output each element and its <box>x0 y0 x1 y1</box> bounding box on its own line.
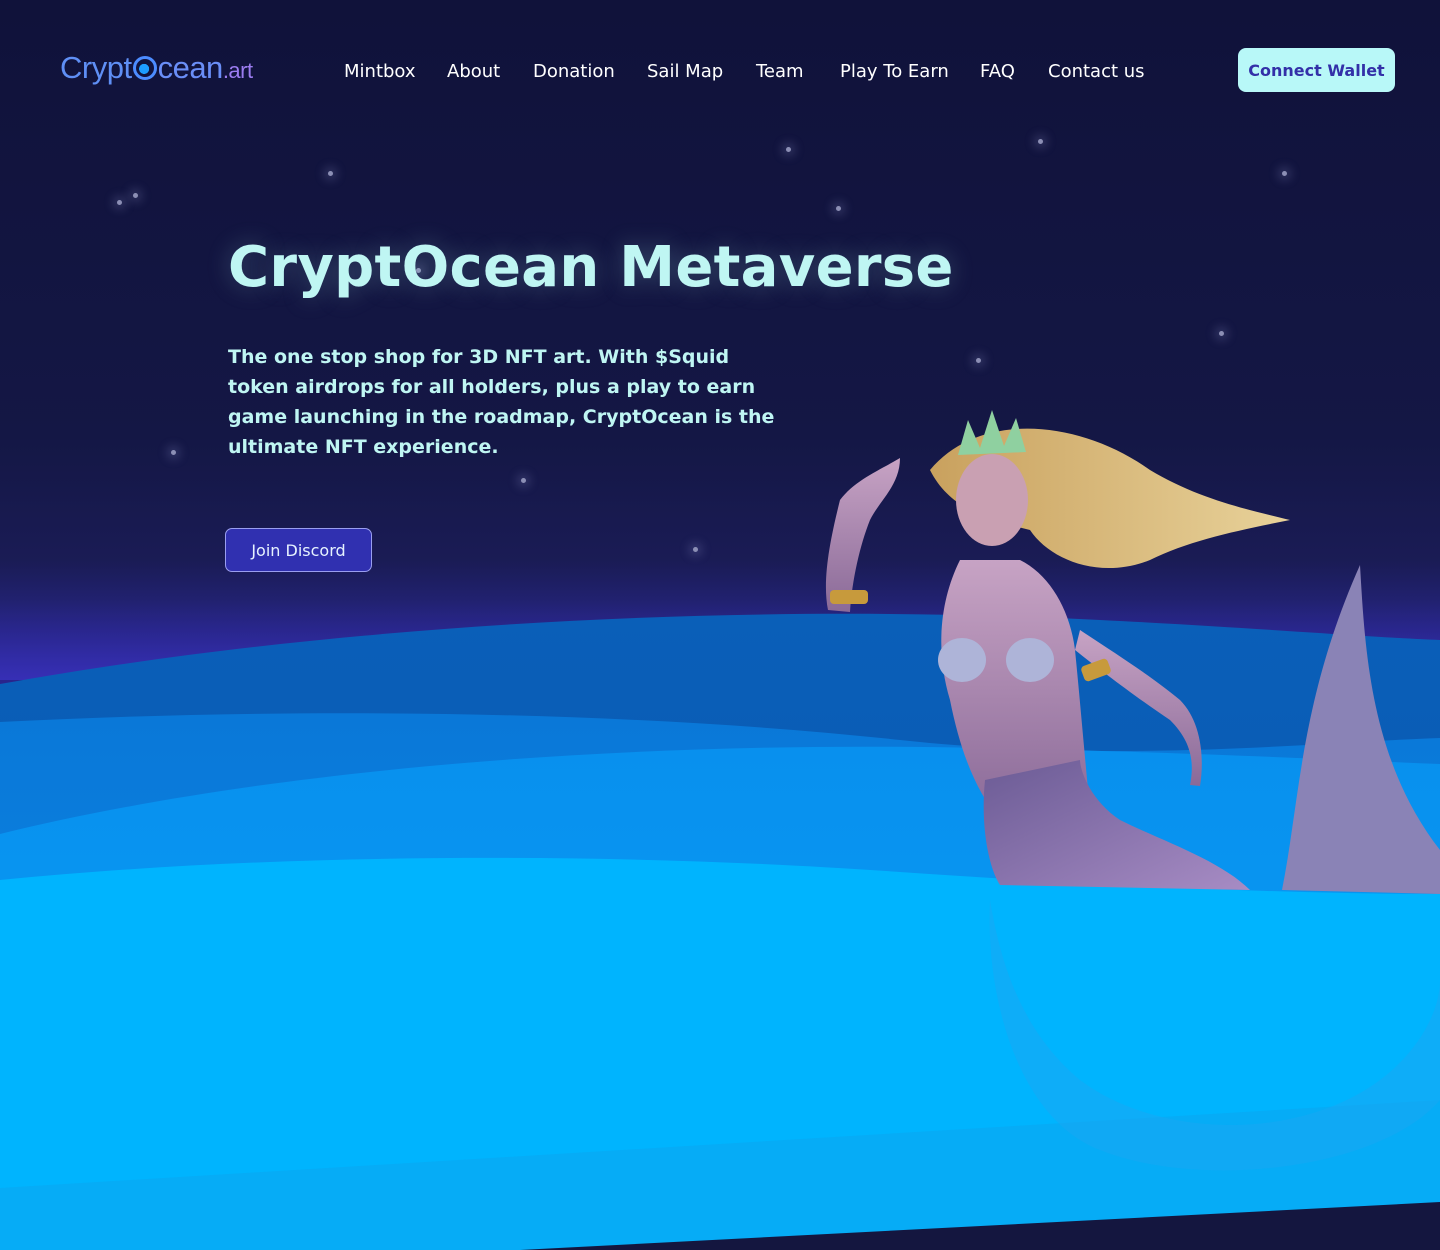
hero-description: The one stop shop for 3D NFT art. With $… <box>228 346 775 458</box>
hero-title: CryptOcean Metaverse <box>228 235 954 300</box>
nav-item-donation[interactable]: Donation <box>533 58 615 86</box>
nav-item-sail-map[interactable]: Sail Map <box>647 58 723 86</box>
nav-item-about[interactable]: About <box>447 58 500 86</box>
nav-item-contact-us[interactable]: Contact us <box>1048 58 1145 86</box>
logo-text-part2: cean <box>157 50 224 85</box>
bracelet-left <box>830 590 868 604</box>
head-shape <box>956 454 1028 546</box>
nav-item-mintbox[interactable]: Mintbox <box>344 58 416 86</box>
crown-shape <box>958 410 1026 455</box>
tail-shape <box>983 760 1250 890</box>
mermaid-illustration <box>825 410 1440 1171</box>
logo-text-part1: Crypt <box>60 50 132 85</box>
brand-logo[interactable]: Crypt cean .art <box>60 48 253 88</box>
fin-shape <box>1282 565 1440 894</box>
top-right <box>1006 638 1054 682</box>
mermaid-reflection <box>989 900 1440 1171</box>
right-arm-shape <box>1075 630 1202 786</box>
nav-item-play-to-earn[interactable]: Play To Earn <box>840 58 949 86</box>
top-left <box>938 638 986 682</box>
nav-item-faq[interactable]: FAQ <box>980 58 1015 86</box>
connect-wallet-button[interactable]: Connect Wallet <box>1238 48 1395 92</box>
logo-wave-icon <box>132 56 157 80</box>
hero-scene: Crypt cean .art Mintbox About Donation S… <box>0 0 1440 1250</box>
nav-item-team[interactable]: Team <box>756 58 804 86</box>
join-discord-button[interactable]: Join Discord <box>225 528 372 572</box>
left-arm-shape <box>825 458 900 612</box>
logo-text-part3: .art <box>222 58 253 83</box>
